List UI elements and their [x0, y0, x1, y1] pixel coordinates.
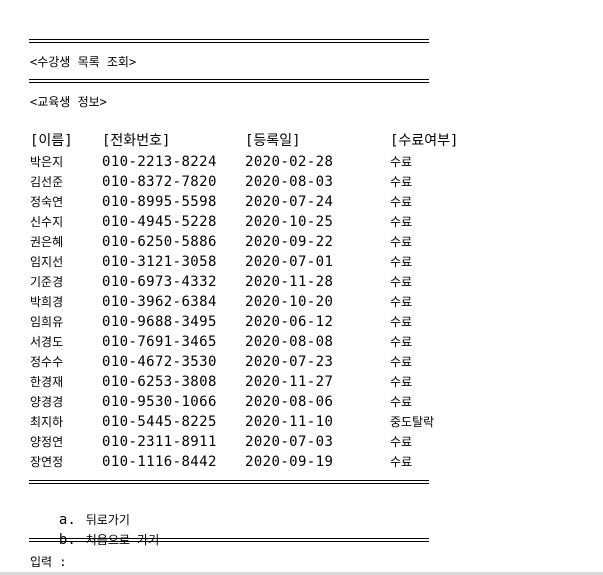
cell-status: 수료 — [390, 435, 413, 449]
cell-date: 2020-08-06 — [245, 394, 334, 410]
cell-name: 정숙연 — [30, 195, 64, 209]
table-row: 양경경 010-9530-1066 2020-08-06 수료 — [0, 392, 603, 412]
cell-date: 2020-07-03 — [245, 434, 334, 450]
cell-date: 2020-10-25 — [245, 214, 334, 230]
cell-phone: 010-8995-5598 — [102, 194, 217, 210]
cell-status: 수료 — [390, 235, 413, 249]
cell-status: 수료 — [390, 215, 413, 229]
table-row: 박은지 010-2213-8224 2020-02-28 수료 — [0, 152, 603, 172]
cell-status: 수료 — [390, 295, 413, 309]
cell-phone: 010-2213-8224 — [102, 154, 217, 170]
cell-status: 수료 — [390, 355, 413, 369]
table-row: 장연정 010-1116-8442 2020-09-19 수료 — [0, 452, 603, 472]
cell-phone: 010-4945-5228 — [102, 214, 217, 230]
cell-status: 수료 — [390, 195, 413, 209]
table-row: 양정연 010-2311-8911 2020-07-03 수료 — [0, 432, 603, 452]
cell-status: 수료 — [390, 395, 413, 409]
cell-status: 수료 — [390, 175, 413, 189]
cell-name: 임희유 — [30, 315, 64, 329]
cell-name: 양경경 — [30, 395, 64, 409]
cell-status: 수료 — [390, 255, 413, 269]
cell-phone: 010-1116-8442 — [102, 454, 217, 470]
cell-phone: 010-6250-5886 — [102, 234, 217, 250]
cell-date: 2020-07-23 — [245, 354, 334, 370]
cell-status: 수료 — [390, 335, 413, 349]
cell-date: 2020-10-20 — [245, 294, 334, 310]
table-row: 서경도 010-7691-3465 2020-08-08 수료 — [0, 332, 603, 352]
table-row: 정숙연 010-8995-5598 2020-07-24 수료 — [0, 192, 603, 212]
table-row: 김선준 010-8372-7820 2020-08-03 수료 — [0, 172, 603, 192]
cell-status: 중도탈락 — [390, 415, 435, 429]
cell-name: 서경도 — [30, 335, 64, 349]
cell-status: 수료 — [390, 275, 413, 289]
cell-phone: 010-6253-3808 — [102, 374, 217, 390]
cell-phone: 010-5445-8225 — [102, 414, 217, 430]
section-title: <교육생 정보> — [30, 95, 107, 109]
cell-status: 수료 — [390, 375, 413, 389]
table-row: 박희경 010-3962-6384 2020-10-20 수료 — [0, 292, 603, 312]
input-prompt[interactable]: 입력 : — [30, 554, 67, 570]
divider — [29, 39, 429, 43]
cell-phone: 010-6973-4332 — [102, 274, 217, 290]
cell-phone: 010-2311-8911 — [102, 434, 217, 450]
cell-name: 기준경 — [30, 275, 64, 289]
page-title: <수강생 목록 조회> — [30, 55, 137, 69]
table-row: 신수지 010-4945-5228 2020-10-25 수료 — [0, 212, 603, 232]
divider — [29, 480, 429, 484]
divider — [29, 538, 429, 542]
cell-name: 권은혜 — [30, 235, 64, 249]
cell-date: 2020-09-19 — [245, 454, 334, 470]
cell-date: 2020-08-03 — [245, 174, 334, 190]
column-header-date: [등록일] — [245, 133, 301, 149]
cell-date: 2020-06-12 — [245, 314, 334, 330]
table-row: 정수수 010-4672-3530 2020-07-23 수료 — [0, 352, 603, 372]
cell-name: 김선준 — [30, 175, 64, 189]
cell-date: 2020-11-28 — [245, 274, 334, 290]
cell-phone: 010-3962-6384 — [102, 294, 217, 310]
table-row: 권은혜 010-6250-5886 2020-09-22 수료 — [0, 232, 603, 252]
divider — [29, 79, 429, 83]
cell-date: 2020-08-08 — [245, 334, 334, 350]
cell-name: 박희경 — [30, 295, 64, 309]
cell-name: 임지선 — [30, 255, 64, 269]
cell-name: 박은지 — [30, 155, 64, 169]
table-row: 기준경 010-6973-4332 2020-11-28 수료 — [0, 272, 603, 292]
cell-date: 2020-11-27 — [245, 374, 334, 390]
table-row: 임희유 010-9688-3495 2020-06-12 수료 — [0, 312, 603, 332]
cell-phone: 010-8372-7820 — [102, 174, 217, 190]
cell-phone: 010-7691-3465 — [102, 334, 217, 350]
table-row: 임지선 010-3121-3058 2020-07-01 수료 — [0, 252, 603, 272]
cell-phone: 010-9688-3495 — [102, 314, 217, 330]
cell-date: 2020-02-28 — [245, 154, 334, 170]
cell-status: 수료 — [390, 315, 413, 329]
cell-name: 최지하 — [30, 415, 64, 429]
table-row: 한경재 010-6253-3808 2020-11-27 수료 — [0, 372, 603, 392]
cell-phone: 010-4672-3530 — [102, 354, 217, 370]
cell-date: 2020-09-22 — [245, 234, 334, 250]
cell-name: 장연정 — [30, 455, 64, 469]
cell-name: 신수지 — [30, 215, 64, 229]
column-header-status: [수료여부] — [390, 133, 459, 149]
cell-phone: 010-9530-1066 — [102, 394, 217, 410]
cell-name: 한경재 — [30, 375, 64, 389]
column-header-name: [이름] — [30, 133, 73, 149]
column-header-phone: [전화번호] — [102, 133, 171, 149]
cell-phone: 010-3121-3058 — [102, 254, 217, 270]
cell-name: 양정연 — [30, 435, 64, 449]
console-window: <수강생 목록 조회> <교육생 정보> [이름] [전화번호] [등록일] [… — [0, 0, 603, 575]
cell-status: 수료 — [390, 155, 413, 169]
cell-date: 2020-07-01 — [245, 254, 334, 270]
cell-date: 2020-11-10 — [245, 414, 334, 430]
table-row: 최지하 010-5445-8225 2020-11-10 중도탈락 — [0, 412, 603, 432]
cell-name: 정수수 — [30, 355, 64, 369]
cell-date: 2020-07-24 — [245, 194, 334, 210]
cell-status: 수료 — [390, 455, 413, 469]
